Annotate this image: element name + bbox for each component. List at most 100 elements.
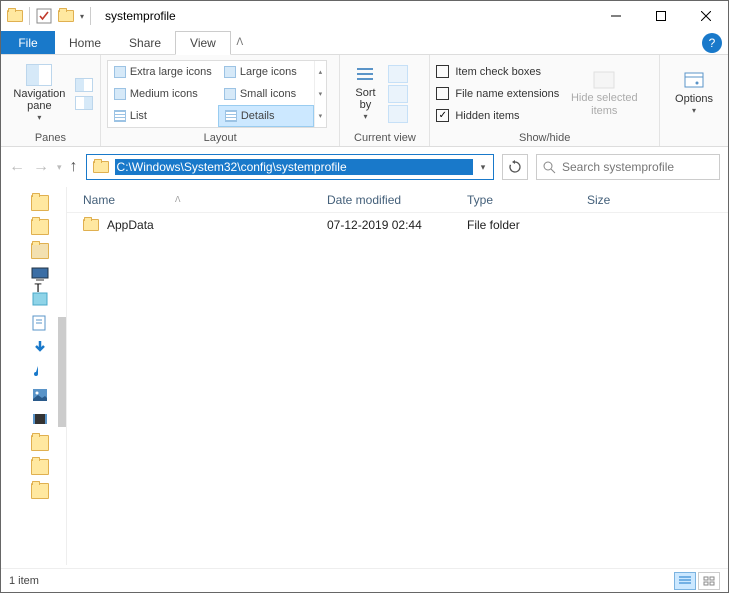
sort-by-button[interactable]: Sort by ▾: [346, 61, 384, 127]
qat-dropdown-icon[interactable]: ▾: [80, 12, 84, 21]
details-view-toggle[interactable]: [674, 572, 696, 590]
medium-icon: [114, 88, 126, 100]
file-name: AppData: [107, 218, 154, 232]
minimize-button[interactable]: [593, 1, 638, 31]
tree-item[interactable]: [31, 315, 49, 331]
refresh-button[interactable]: [502, 154, 528, 180]
details-icon: [225, 110, 237, 122]
tree-item-downloads[interactable]: [31, 339, 49, 355]
preview-pane-icon[interactable]: [75, 78, 93, 92]
recent-locations-button[interactable]: ▾: [57, 162, 62, 173]
file-list[interactable]: Nameᐱ Date modified Type Size AppData 07…: [67, 187, 728, 565]
tree-item[interactable]: [31, 483, 49, 499]
address-bar[interactable]: C:\Windows\System32\config\systemprofile…: [86, 154, 494, 180]
tree-item-pictures[interactable]: [31, 387, 49, 403]
options-icon: [682, 71, 706, 91]
window-title: systemprofile: [105, 9, 176, 23]
column-header-size[interactable]: Size: [587, 193, 647, 207]
qat-folder-icon[interactable]: [58, 10, 74, 22]
hide-selected-label: Hide selected items: [571, 92, 638, 116]
hidden-items-toggle[interactable]: ✓Hidden items: [436, 105, 559, 127]
tree-item-music[interactable]: [31, 363, 49, 379]
up-button[interactable]: ↑: [70, 158, 78, 176]
tree-item-videos[interactable]: [31, 411, 49, 427]
folder-icon: [83, 219, 99, 231]
sort-by-label: Sort by: [355, 87, 375, 111]
qat-separator-2: [90, 7, 91, 25]
tree-item[interactable]: [31, 459, 49, 475]
layout-list[interactable]: List: [108, 105, 218, 127]
chevron-down-icon: ▾: [363, 113, 367, 122]
tab-home[interactable]: Home: [55, 31, 115, 54]
qat-separator: [29, 7, 30, 25]
file-date: 07-12-2019 02:44: [327, 218, 467, 232]
qat-check-icon[interactable]: [36, 8, 52, 24]
add-columns-icon[interactable]: [388, 85, 408, 103]
group-by-icon[interactable]: [388, 65, 408, 83]
item-check-boxes-toggle[interactable]: Item check boxes: [436, 61, 559, 83]
file-name-extensions-toggle[interactable]: File name extensions: [436, 83, 559, 105]
hide-selected-icon: [592, 70, 616, 90]
tree-item[interactable]: [31, 195, 49, 211]
layout-expand[interactable]: ▾: [315, 105, 326, 127]
ribbon-collapse-icon[interactable]: ᐱ: [231, 37, 249, 48]
tree-item[interactable]: [31, 243, 49, 259]
navigation-pane-label: Navigation pane: [13, 88, 65, 112]
hide-selected-items-button: Hide selected items: [569, 61, 639, 127]
sort-ascending-icon: ᐱ: [175, 195, 180, 204]
column-header-date[interactable]: Date modified: [327, 193, 467, 207]
size-columns-icon[interactable]: [388, 105, 408, 123]
layout-scroll-down[interactable]: ▾: [315, 83, 326, 105]
navigation-pane-icon: [26, 64, 52, 86]
layout-medium[interactable]: Medium icons: [108, 83, 218, 105]
group-label-current-view: Current view: [340, 132, 429, 146]
layout-large[interactable]: Large icons: [218, 61, 314, 83]
tree-item[interactable]: [31, 219, 49, 235]
file-type: File folder: [467, 218, 587, 232]
close-button[interactable]: [683, 1, 728, 31]
navigation-pane-button[interactable]: Navigation pane ▾: [7, 61, 71, 127]
group-label-layout: Layout: [101, 132, 340, 146]
app-icon: [7, 10, 23, 22]
large-icons-view-toggle[interactable]: [698, 572, 720, 590]
checkbox-unchecked-icon: [436, 65, 449, 78]
tree-scrollbar[interactable]: [58, 317, 66, 427]
checkbox-checked-icon: ✓: [436, 109, 449, 122]
tree-item[interactable]: [31, 435, 49, 451]
column-header-type[interactable]: Type: [467, 193, 587, 207]
address-folder-icon: [93, 161, 109, 173]
options-button[interactable]: Options ▾: [666, 61, 722, 127]
chevron-down-icon: ▾: [37, 114, 41, 123]
maximize-button[interactable]: [638, 1, 683, 31]
address-path[interactable]: C:\Windows\System32\config\systemprofile: [115, 159, 473, 175]
search-input[interactable]: Search systemprofile: [536, 154, 720, 180]
tab-file[interactable]: File: [1, 31, 55, 54]
back-button[interactable]: ←: [9, 158, 25, 176]
help-button[interactable]: ?: [702, 33, 722, 53]
table-row[interactable]: AppData 07-12-2019 02:44 File folder: [67, 213, 728, 237]
column-header-name[interactable]: Nameᐱ: [67, 193, 327, 207]
tab-share[interactable]: Share: [115, 31, 175, 54]
layout-scroll-up[interactable]: ▴: [315, 61, 326, 83]
options-label: Options: [675, 93, 713, 105]
address-dropdown-icon[interactable]: ▾: [473, 162, 493, 173]
tree-item[interactable]: [31, 291, 49, 307]
group-label-show-hide: Show/hide: [430, 132, 659, 146]
details-pane-icon[interactable]: [75, 96, 93, 110]
list-icon: [114, 110, 126, 122]
tab-view[interactable]: View: [175, 31, 231, 55]
layout-extra-large[interactable]: Extra large icons: [108, 61, 218, 83]
checkbox-unchecked-icon: [436, 87, 449, 100]
large-icon: [224, 66, 236, 78]
tree-item-pc[interactable]: T: [31, 267, 49, 283]
group-label-panes: Panes: [1, 132, 100, 146]
sort-icon: [355, 65, 375, 85]
chevron-down-icon: ▾: [692, 107, 696, 116]
forward-button: →: [33, 158, 49, 176]
layout-small[interactable]: Small icons: [218, 83, 314, 105]
navigation-tree[interactable]: T: [1, 187, 67, 565]
status-item-count: 1 item: [9, 575, 39, 587]
search-icon: [543, 161, 556, 174]
extra-large-icon: [114, 66, 126, 78]
layout-details[interactable]: Details: [218, 105, 314, 127]
